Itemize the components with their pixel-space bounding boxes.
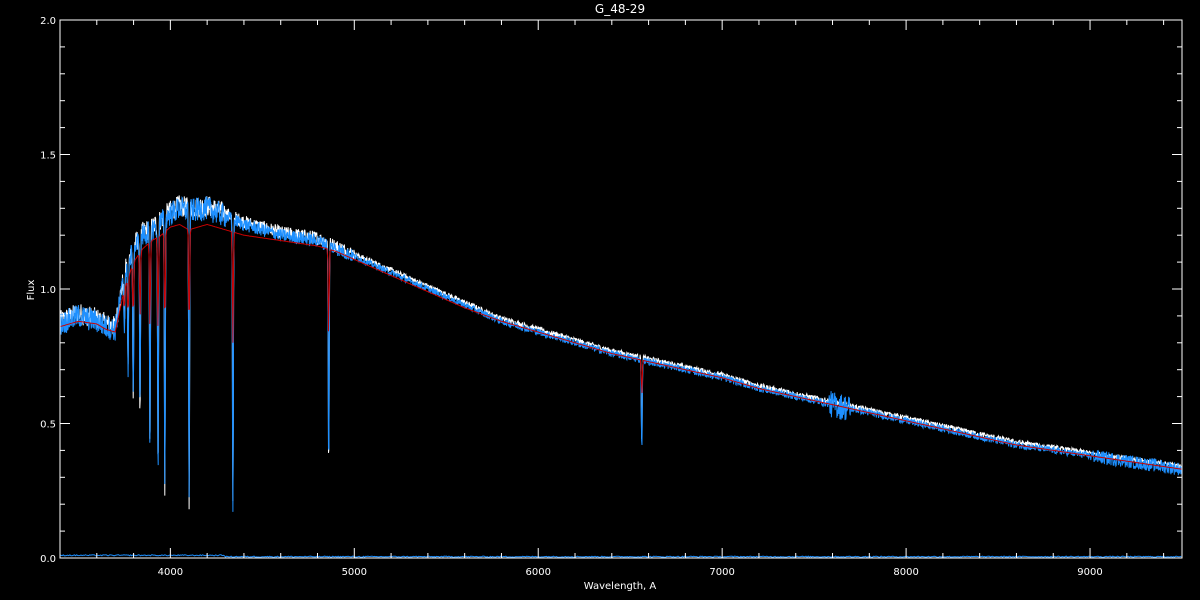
x-axis-label: Wavelength, A bbox=[584, 581, 657, 592]
chart-background bbox=[0, 0, 1200, 600]
y-tick-label: 2.0 bbox=[40, 16, 56, 27]
x-tick-label: 5000 bbox=[342, 567, 367, 578]
chart-title: G_48-29 bbox=[595, 2, 645, 16]
x-tick-label: 4000 bbox=[158, 567, 183, 578]
y-tick-label: 0.5 bbox=[40, 420, 56, 431]
x-tick-label: 8000 bbox=[893, 567, 918, 578]
y-tick-label: 1.5 bbox=[40, 151, 56, 162]
x-tick-label: 7000 bbox=[709, 567, 734, 578]
spectrum-chart: 4000 5000 6000 7000 8000 90000.00.51.01.52.0 … bbox=[0, 0, 1200, 600]
y-tick-label: 0.0 bbox=[40, 554, 56, 565]
y-axis-label: Flux bbox=[26, 280, 37, 301]
x-tick-label: 6000 bbox=[526, 567, 551, 578]
x-tick-label: 9000 bbox=[1077, 567, 1102, 578]
y-tick-label: 1.0 bbox=[40, 285, 56, 296]
